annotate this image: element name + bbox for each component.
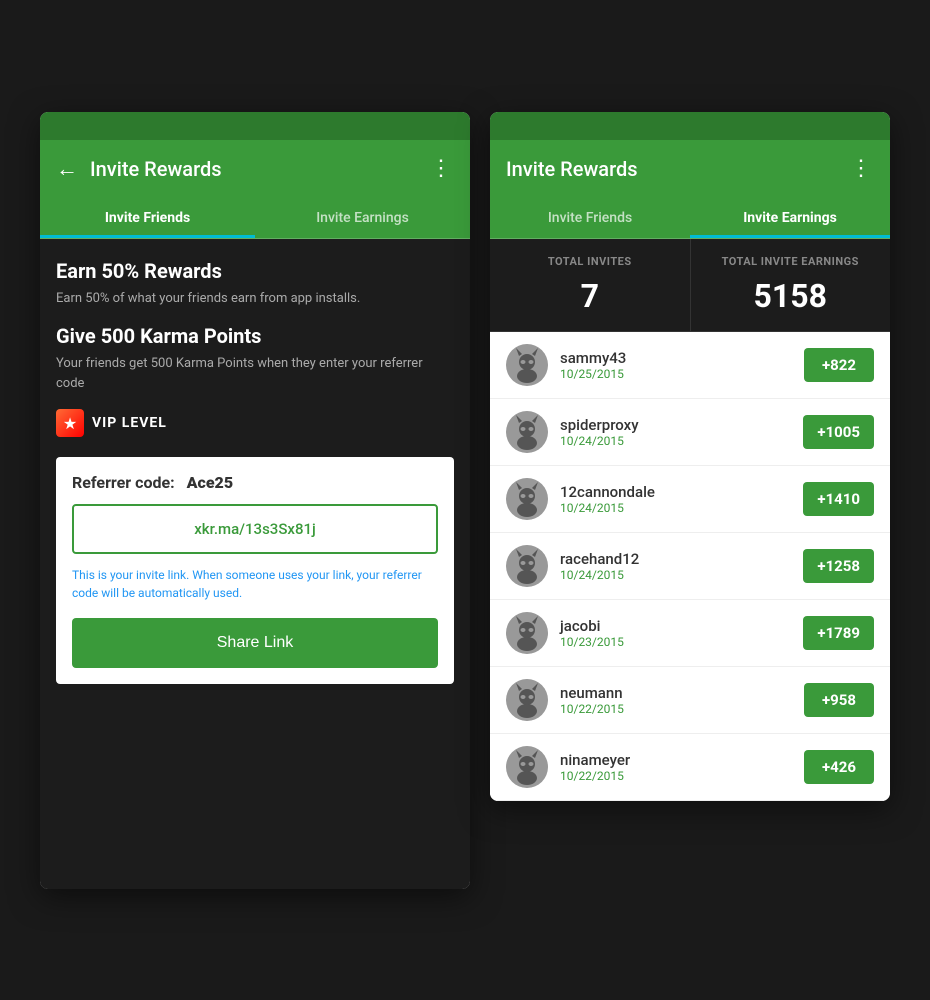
invite-item: jacobi 10/23/2015 +1789 <box>490 600 890 667</box>
header-right-title-group: Invite Rewards <box>506 157 638 181</box>
avatar <box>506 612 548 654</box>
avatar <box>506 545 548 587</box>
invite-username: sammy43 <box>560 349 792 367</box>
vip-level-row: ★ VIP LEVEL <box>56 409 454 437</box>
avatar-icon <box>506 545 548 587</box>
right-phone-frame: Invite Rewards ⋮ Invite Friends Invite E… <box>490 112 890 801</box>
referrer-label: Referrer code: <box>72 473 175 492</box>
invite-info: jacobi 10/23/2015 <box>560 617 791 649</box>
app-title-right: Invite Rewards <box>506 157 638 181</box>
tab-invite-earnings-right[interactable]: Invite Earnings <box>690 198 890 238</box>
invite-points: +958 <box>804 683 874 717</box>
invite-points: +1789 <box>803 616 874 650</box>
invite-info: spiderproxy 10/24/2015 <box>560 416 791 448</box>
invite-username: jacobi <box>560 617 791 635</box>
earn-title: Earn 50% Rewards <box>56 259 454 283</box>
total-earnings-value: 5158 <box>707 277 875 315</box>
app-header-right: Invite Rewards ⋮ <box>490 140 890 198</box>
invite-info: neumann 10/22/2015 <box>560 684 792 716</box>
invite-link-box[interactable]: xkr.ma/13s3Sx81j <box>72 504 438 554</box>
total-invites-value: 7 <box>506 277 674 315</box>
invite-username: racehand12 <box>560 550 791 568</box>
back-button[interactable]: ← <box>56 156 78 182</box>
avatar-icon <box>506 478 548 520</box>
invite-item: spiderproxy 10/24/2015 +1005 <box>490 399 890 466</box>
invite-points: +1410 <box>803 482 874 516</box>
invite-points: +1258 <box>803 549 874 583</box>
invite-points: +426 <box>804 750 874 784</box>
tab-invite-earnings-left[interactable]: Invite Earnings <box>255 198 470 238</box>
invite-username: neumann <box>560 684 792 702</box>
invite-date: 10/24/2015 <box>560 434 791 448</box>
tabs-bar-left: Invite Friends Invite Earnings <box>40 198 470 239</box>
invite-info: ninameyer 10/22/2015 <box>560 751 792 783</box>
status-bar-left <box>40 112 470 140</box>
referrer-section: Referrer code: Ace25 xkr.ma/13s3Sx81j Th… <box>56 457 454 684</box>
tab-invite-friends-left[interactable]: Invite Friends <box>40 198 255 238</box>
invite-date: 10/22/2015 <box>560 702 792 716</box>
avatar <box>506 344 548 386</box>
avatar-icon <box>506 612 548 654</box>
referrer-code-value: Ace25 <box>187 473 233 492</box>
share-link-button[interactable]: Share Link <box>72 618 438 668</box>
invite-points: +1005 <box>803 415 874 449</box>
tab-invite-friends-right[interactable]: Invite Friends <box>490 198 690 238</box>
avatar <box>506 411 548 453</box>
invite-item: 12cannondale 10/24/2015 +1410 <box>490 466 890 533</box>
avatar-icon <box>506 411 548 453</box>
invite-date: 10/24/2015 <box>560 501 791 515</box>
total-earnings-label: TOTAL INVITE EARNINGS <box>707 255 875 269</box>
invite-username: 12cannondale <box>560 483 791 501</box>
avatar-icon <box>506 344 548 386</box>
header-left-group: ← Invite Rewards <box>56 156 222 182</box>
invite-item: neumann 10/22/2015 +958 <box>490 667 890 734</box>
invite-list: sammy43 10/25/2015 +822 <box>490 332 890 801</box>
tabs-bar-right: Invite Friends Invite Earnings <box>490 198 890 239</box>
invite-item: sammy43 10/25/2015 +822 <box>490 332 890 399</box>
invite-date: 10/24/2015 <box>560 568 791 582</box>
invite-username: ninameyer <box>560 751 792 769</box>
total-earnings-block: TOTAL INVITE EARNINGS 5158 <box>691 239 891 331</box>
status-bar-right <box>490 112 890 140</box>
avatar-icon <box>506 679 548 721</box>
total-invites-block: TOTAL INVITES 7 <box>490 239 691 331</box>
content-left: Earn 50% Rewards Earn 50% of what your f… <box>40 239 470 889</box>
avatar <box>506 746 548 788</box>
avatar-icon <box>506 746 548 788</box>
invite-info: sammy43 10/25/2015 <box>560 349 792 381</box>
invite-date: 10/22/2015 <box>560 769 792 783</box>
invite-hint: This is your invite link. When someone u… <box>72 566 438 602</box>
invite-points: +822 <box>804 348 874 382</box>
app-header-left: ← Invite Rewards ⋮ <box>40 140 470 198</box>
invite-info: racehand12 10/24/2015 <box>560 550 791 582</box>
invite-item: racehand12 10/24/2015 +1258 <box>490 533 890 600</box>
vip-label: VIP LEVEL <box>92 415 167 431</box>
vip-icon: ★ <box>56 409 84 437</box>
avatar <box>506 679 548 721</box>
karma-title: Give 500 Karma Points <box>56 324 454 348</box>
earn-desc: Earn 50% of what your friends earn from … <box>56 289 454 309</box>
invite-date: 10/25/2015 <box>560 367 792 381</box>
referrer-label-row: Referrer code: Ace25 <box>72 473 438 492</box>
invite-username: spiderproxy <box>560 416 791 434</box>
app-title-left: Invite Rewards <box>90 157 222 181</box>
stats-bar: TOTAL INVITES 7 TOTAL INVITE EARNINGS 51… <box>490 239 890 332</box>
total-invites-label: TOTAL INVITES <box>506 255 674 269</box>
left-phone-frame: ← Invite Rewards ⋮ Invite Friends Invite… <box>40 112 470 889</box>
avatar <box>506 478 548 520</box>
invite-item: ninameyer 10/22/2015 +426 <box>490 734 890 801</box>
karma-desc: Your friends get 500 Karma Points when t… <box>56 354 454 393</box>
invite-date: 10/23/2015 <box>560 635 791 649</box>
invite-info: 12cannondale 10/24/2015 <box>560 483 791 515</box>
menu-button-right[interactable]: ⋮ <box>850 156 874 181</box>
menu-button-left[interactable]: ⋮ <box>430 156 454 181</box>
